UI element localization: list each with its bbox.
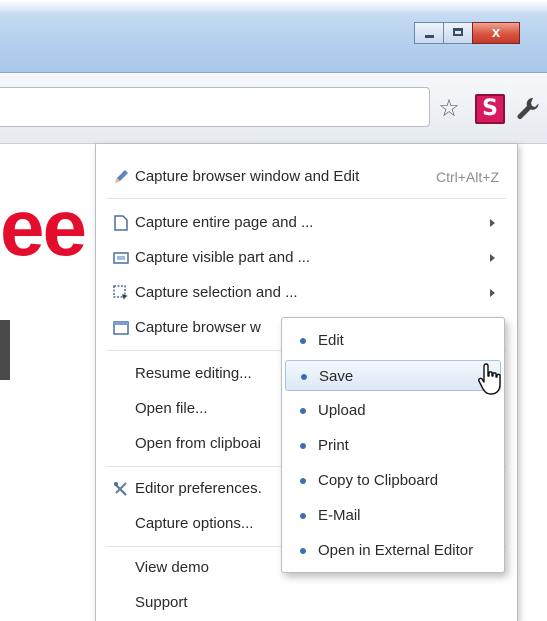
minimize-button[interactable] xyxy=(414,22,444,44)
bullet-icon xyxy=(300,548,306,554)
selection-icon xyxy=(112,278,130,308)
star-icon[interactable]: ☆ xyxy=(436,96,462,122)
shortcut-label: Ctrl+Alt+Z xyxy=(435,169,499,185)
submenu-arrow-icon xyxy=(490,254,495,262)
browser-window-icon xyxy=(112,313,130,343)
bullet-icon xyxy=(300,338,306,344)
menu-item-capture-selection[interactable]: Capture selection and ... xyxy=(96,278,517,308)
submenu-item-copy-to-clipboard[interactable]: Copy to Clipboard xyxy=(285,465,501,496)
submenu-item-print[interactable]: Print xyxy=(285,430,501,461)
screencapture-s-icon: S xyxy=(482,96,498,121)
visible-area-icon xyxy=(112,243,130,273)
address-bar[interactable] xyxy=(0,87,430,127)
tools-icon xyxy=(112,474,130,504)
window-controls: x xyxy=(414,22,520,44)
screencapture-extension-button[interactable]: S xyxy=(475,94,505,124)
submenu-item-upload[interactable]: Upload xyxy=(285,395,501,426)
submenu-item-edit[interactable]: Edit xyxy=(285,325,501,356)
submenu-item-email[interactable]: E-Mail xyxy=(285,500,501,531)
menu-item-capture-window-edit[interactable]: Capture browser window and Edit Ctrl+Alt… xyxy=(96,162,517,192)
submenu-item-open-external-editor[interactable]: Open in External Editor xyxy=(285,535,501,566)
maximize-button[interactable] xyxy=(443,22,473,44)
menu-item-capture-visible-part[interactable]: Capture visible part and ... xyxy=(96,243,517,273)
bullet-icon xyxy=(300,408,306,414)
close-icon: x xyxy=(491,24,501,41)
bullet-icon xyxy=(300,443,306,449)
page-icon xyxy=(112,208,130,238)
pencil-icon xyxy=(112,162,130,192)
menu-item-capture-entire-page[interactable]: Capture entire page and ... xyxy=(96,208,517,238)
bullet-icon xyxy=(300,478,306,484)
page-heading-fragment: ee xyxy=(0,183,87,272)
submenu-item-save[interactable]: Save xyxy=(285,360,501,391)
hand-cursor-icon xyxy=(478,363,501,395)
bullet-icon xyxy=(300,513,306,519)
page-dark-block xyxy=(0,320,10,380)
browser-title-bar: x xyxy=(0,0,547,73)
bullet-icon xyxy=(301,374,307,380)
submenu-arrow-icon xyxy=(490,219,495,227)
wrench-icon[interactable] xyxy=(513,94,543,124)
close-button[interactable]: x xyxy=(472,22,520,44)
menu-separator xyxy=(106,198,506,199)
capture-action-submenu: Edit Save Upload Print Copy to Clipboard… xyxy=(281,317,505,573)
menu-item-support[interactable]: Support xyxy=(96,588,517,618)
submenu-arrow-icon xyxy=(490,289,495,297)
browser-toolbar: ☆ S xyxy=(0,73,547,144)
